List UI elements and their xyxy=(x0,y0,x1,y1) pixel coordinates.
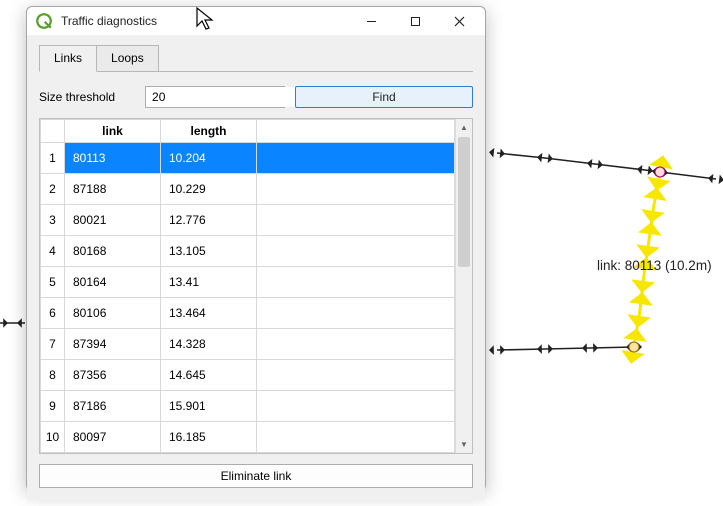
size-threshold-spinbox[interactable]: ▲ ▼ xyxy=(145,86,285,108)
cell-length[interactable]: 14.328 xyxy=(161,329,257,360)
map-edge xyxy=(497,153,660,172)
cell-blank xyxy=(257,267,455,298)
cell-blank xyxy=(257,298,455,329)
maximize-button[interactable] xyxy=(393,7,437,35)
row-number[interactable]: 8 xyxy=(41,360,65,391)
row-number[interactable]: 6 xyxy=(41,298,65,329)
tab-links[interactable]: Links xyxy=(39,45,97,72)
cell-blank xyxy=(257,205,455,236)
table-row[interactable]: 108009716.185 xyxy=(41,422,455,453)
cell-blank xyxy=(257,391,455,422)
row-number[interactable]: 2 xyxy=(41,174,65,205)
tab-loops[interactable]: Loops xyxy=(97,45,159,72)
cell-blank xyxy=(257,236,455,267)
qgis-icon xyxy=(35,12,53,30)
table-row[interactable]: 58016413.41 xyxy=(41,267,455,298)
scroll-up-button[interactable]: ▲ xyxy=(456,119,472,136)
cell-blank xyxy=(257,174,455,205)
cell-length[interactable]: 13.41 xyxy=(161,267,257,298)
cell-blank xyxy=(257,360,455,391)
cell-link[interactable]: 87186 xyxy=(65,391,161,422)
map-tooltip: link: 80113 (10.2m) xyxy=(597,258,712,273)
table-scrollbar[interactable]: ▲ ▼ xyxy=(455,119,472,453)
scroll-down-button[interactable]: ▼ xyxy=(456,436,472,453)
traffic-diagnostics-dialog: Traffic diagnostics Links Loops Size thr… xyxy=(26,6,486,491)
table-row[interactable]: 78739414.328 xyxy=(41,329,455,360)
titlebar[interactable]: Traffic diagnostics xyxy=(27,7,485,35)
cell-link[interactable]: 80097 xyxy=(65,422,161,453)
table-row[interactable]: 88735614.645 xyxy=(41,360,455,391)
cell-link[interactable]: 80106 xyxy=(65,298,161,329)
cell-length[interactable]: 13.464 xyxy=(161,298,257,329)
cell-link[interactable]: 80113 xyxy=(65,143,161,174)
cell-length[interactable]: 16.185 xyxy=(161,422,257,453)
cell-link[interactable]: 87188 xyxy=(65,174,161,205)
cell-length[interactable]: 12.776 xyxy=(161,205,257,236)
row-number[interactable]: 10 xyxy=(41,422,65,453)
eliminate-link-button[interactable]: Eliminate link xyxy=(39,464,473,488)
cell-blank xyxy=(257,143,455,174)
table-row[interactable]: 38002112.776 xyxy=(41,205,455,236)
window-title: Traffic diagnostics xyxy=(61,14,349,28)
cell-length[interactable]: 10.204 xyxy=(161,143,257,174)
row-number[interactable]: 5 xyxy=(41,267,65,298)
table-row[interactable]: 68010613.464 xyxy=(41,298,455,329)
cell-link[interactable]: 80021 xyxy=(65,205,161,236)
cell-length[interactable]: 10.229 xyxy=(161,174,257,205)
cell-link[interactable]: 87394 xyxy=(65,329,161,360)
map-edge xyxy=(497,347,634,350)
column-header-blank xyxy=(257,120,455,143)
column-header-link[interactable]: link xyxy=(65,120,161,143)
cell-length[interactable]: 14.645 xyxy=(161,360,257,391)
row-number[interactable]: 1 xyxy=(41,143,65,174)
minimize-button[interactable] xyxy=(349,7,393,35)
cell-link[interactable]: 80164 xyxy=(65,267,161,298)
row-number[interactable]: 9 xyxy=(41,391,65,422)
map-node[interactable] xyxy=(629,342,639,352)
cell-blank xyxy=(257,422,455,453)
table-row[interactable]: 48016813.105 xyxy=(41,236,455,267)
table-row[interactable]: 18011310.204 xyxy=(41,143,455,174)
map-node[interactable] xyxy=(655,167,665,177)
cell-link[interactable]: 87356 xyxy=(65,360,161,391)
cell-length[interactable]: 15.901 xyxy=(161,391,257,422)
scrollbar-thumb[interactable] xyxy=(458,137,470,267)
cell-blank xyxy=(257,329,455,360)
links-table[interactable]: link length 18011310.20428718810.2293800… xyxy=(40,119,455,453)
size-threshold-input[interactable] xyxy=(146,87,313,107)
row-number[interactable]: 4 xyxy=(41,236,65,267)
size-threshold-label: Size threshold xyxy=(39,90,115,104)
row-number[interactable]: 7 xyxy=(41,329,65,360)
tab-bar: Links Loops xyxy=(39,45,473,72)
map-edge xyxy=(660,172,716,179)
cell-length[interactable]: 13.105 xyxy=(161,236,257,267)
table-row[interactable]: 98718615.901 xyxy=(41,391,455,422)
column-header-length[interactable]: length xyxy=(161,120,257,143)
find-button[interactable]: Find xyxy=(295,86,473,108)
table-row[interactable]: 28718810.229 xyxy=(41,174,455,205)
row-header-corner[interactable] xyxy=(41,120,65,143)
cell-link[interactable]: 80168 xyxy=(65,236,161,267)
close-button[interactable] xyxy=(437,7,481,35)
row-number[interactable]: 3 xyxy=(41,205,65,236)
